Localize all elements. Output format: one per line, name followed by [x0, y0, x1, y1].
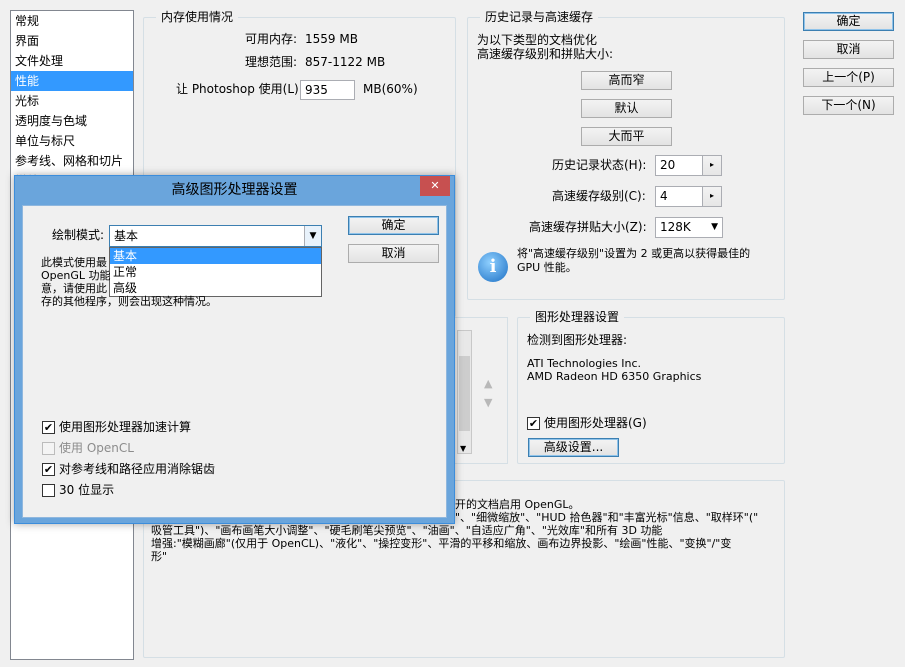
dialog-desc-line3: 意，请使用此: [41, 282, 107, 295]
let-photoshop-use-label: 让 Photoshop 使用(L):: [176, 82, 303, 96]
dropdown-option-basic[interactable]: 基本: [110, 248, 321, 264]
description-line2: "、"细微缩放"、"HUD 拾色器"和"丰富光标"信息、"取样环"(": [455, 511, 759, 524]
nav-item-cursors[interactable]: 光标: [11, 91, 133, 111]
history-desc-line2: 高速缓存级别和拼贴大小:: [477, 47, 614, 61]
opencl-label: 使用 OpenCL: [59, 441, 134, 455]
chevron-down-icon[interactable]: ▼: [304, 226, 321, 246]
description-line4: 增强:"模糊画廊"(仅用于 OpenCL)、"液化"、"操控变形"、平滑的平移和…: [151, 537, 732, 550]
ideal-range-label: 理想范围:: [245, 55, 298, 69]
move-up-icon[interactable]: ▲: [484, 377, 492, 390]
tall-thin-button[interactable]: 高而窄: [581, 71, 672, 90]
ok-button[interactable]: 确定: [803, 12, 894, 31]
chevron-down-icon[interactable]: ▼: [460, 444, 466, 453]
opencl-checkbox[interactable]: [42, 442, 55, 455]
nav-item-transparency[interactable]: 透明度与色域: [11, 111, 133, 131]
previous-button[interactable]: 上一个(P): [803, 68, 894, 87]
advanced-settings-button[interactable]: 高级设置...: [528, 438, 619, 457]
cache-levels-label: 高速缓存级别(C):: [552, 189, 646, 203]
big-flat-button[interactable]: 大而平: [581, 127, 672, 146]
gpu-compute-label: 使用图形处理器加速计算: [59, 420, 192, 434]
description-line3: 吸管工具")、"画布画笔大小调整"、"硬毛刷笔尖预览"、"油画"、"自适应广角"…: [151, 524, 663, 537]
nav-item-units-rulers[interactable]: 单位与标尺: [11, 131, 133, 151]
dialog-title: 高级图形处理器设置: [171, 182, 298, 198]
memory-usage-title: 内存使用情况: [156, 10, 239, 25]
memory-usage-input[interactable]: 935: [300, 80, 355, 100]
next-button[interactable]: 下一个(N): [803, 96, 894, 115]
30bit-display-label: 30 位显示: [59, 483, 115, 497]
gpu-model: AMD Radeon HD 6350 Graphics: [527, 370, 702, 383]
dropdown-option-normal[interactable]: 正常: [110, 264, 321, 280]
gpu-compute-checkbox[interactable]: ✔: [42, 421, 55, 434]
antialias-checkbox[interactable]: ✔: [42, 463, 55, 476]
cache-info-line2: GPU 性能。: [517, 261, 577, 274]
checkmark-icon: ✔: [528, 417, 539, 430]
nav-item-performance[interactable]: 性能: [11, 71, 133, 91]
use-gpu-label: 使用图形处理器(G): [544, 416, 647, 430]
gpu-settings-title: 图形处理器设置: [530, 310, 625, 325]
close-icon: ✕: [430, 179, 440, 192]
dialog-desc-line4: 存的其他程序，则会出现这种情况。: [41, 295, 217, 308]
draw-mode-dropdown[interactable]: 基本 正常 高级: [109, 247, 322, 297]
history-states-label: 历史记录状态(H):: [552, 158, 647, 172]
memory-usage-unit: MB(60%): [363, 82, 418, 96]
cache-levels-stepper[interactable]: ▸: [702, 186, 722, 207]
dialog-titlebar[interactable]: 高级图形处理器设置: [15, 176, 454, 205]
arrow-right-icon: ▸: [709, 160, 714, 169]
arrow-right-icon: ▸: [709, 191, 714, 200]
gpu-vendor: ATI Technologies Inc.: [527, 357, 642, 370]
use-gpu-checkbox[interactable]: ✔: [527, 417, 540, 430]
dialog-desc-line1: 此模式使用最: [41, 256, 107, 269]
history-cache-title: 历史记录与高速缓存: [480, 10, 599, 25]
available-memory-value: 1559 MB: [305, 32, 358, 46]
checkmark-icon: ✔: [43, 463, 54, 476]
dialog-desc-line2: OpenGL 功能: [41, 269, 111, 282]
cache-levels-input[interactable]: 4: [655, 186, 703, 207]
cache-tile-size-label: 高速缓存拼贴大小(Z):: [529, 220, 647, 234]
checkmark-icon: ✔: [43, 421, 54, 434]
available-memory-label: 可用内存:: [245, 32, 298, 46]
nav-item-guides-grid[interactable]: 参考线、网格和切片: [11, 151, 133, 171]
dialog-ok-button[interactable]: 确定: [348, 216, 439, 235]
history-states-stepper[interactable]: ▸: [702, 155, 722, 176]
gpu-detected-label: 检测到图形处理器:: [527, 333, 628, 347]
cache-info-line1: 将"高速缓存级别"设置为 2 或更高以获得最佳的: [517, 247, 751, 260]
move-down-icon[interactable]: ▼: [484, 396, 492, 409]
nav-item-file-handling[interactable]: 文件处理: [11, 51, 133, 71]
cache-tile-size-select[interactable]: 128K ▼: [655, 217, 723, 238]
scrollbar-thumb[interactable]: [459, 356, 470, 431]
description-line1: 开的文档启用 OpenGL。: [455, 498, 580, 511]
nav-item-general[interactable]: 常规: [11, 11, 133, 31]
history-states-input[interactable]: 20: [655, 155, 703, 176]
draw-mode-label: 绘制模式:: [52, 228, 105, 242]
scrollbar[interactable]: ▼: [457, 330, 472, 454]
dialog-cancel-button[interactable]: 取消: [348, 244, 439, 263]
default-preset-button[interactable]: 默认: [581, 99, 672, 118]
dropdown-option-advanced[interactable]: 高级: [110, 280, 321, 296]
history-desc-line1: 为以下类型的文档优化: [477, 33, 598, 47]
description-line5: 形": [151, 550, 168, 563]
cancel-button[interactable]: 取消: [803, 40, 894, 59]
antialias-label: 对参考线和路径应用消除锯齿: [59, 462, 216, 476]
draw-mode-value: 基本: [114, 229, 139, 243]
cache-tile-size-value: 128K: [660, 220, 691, 234]
chevron-down-icon: ▼: [711, 222, 718, 232]
ideal-range-value: 857-1122 MB: [305, 55, 386, 69]
info-icon: i: [478, 252, 508, 282]
30bit-display-checkbox[interactable]: [42, 484, 55, 497]
draw-mode-select[interactable]: 基本 ▼: [109, 225, 322, 247]
nav-item-interface[interactable]: 界面: [11, 31, 133, 51]
dialog-close-button[interactable]: ✕: [420, 176, 450, 196]
